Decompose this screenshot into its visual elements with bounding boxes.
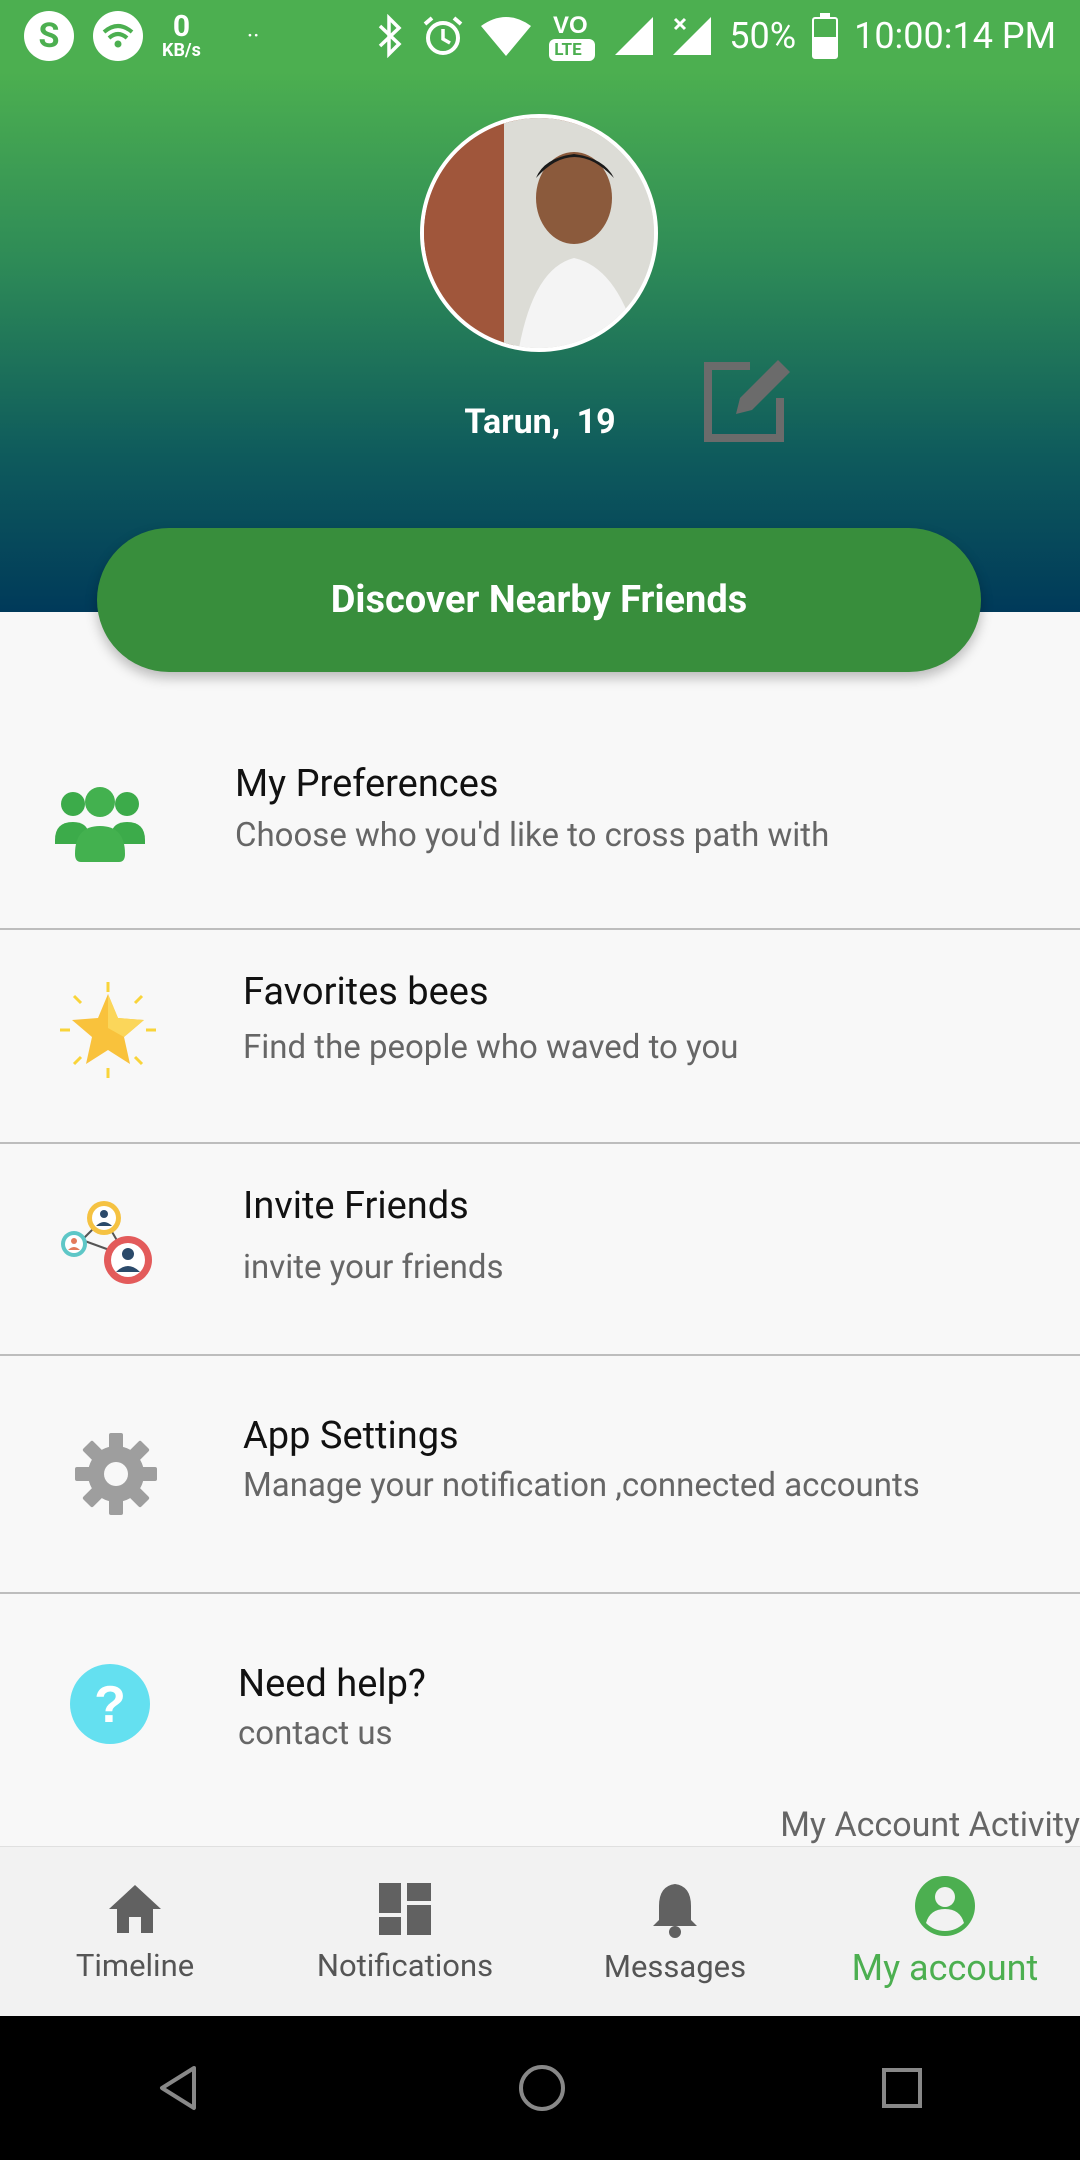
menu-item-invite-friends[interactable]: Invite Friends invite your friends (0, 1144, 1080, 1356)
user-name: Tarun, (464, 402, 561, 442)
menu-list: My Preferences Choose who you'd like to … (0, 692, 1080, 1794)
menu-subtitle: invite your friends (243, 1248, 504, 1287)
nav-my-account[interactable]: My account (810, 1847, 1080, 2017)
nav-notifications[interactable]: Notifications (270, 1847, 540, 2017)
home-icon (109, 1884, 161, 1933)
recents-icon[interactable] (880, 2066, 924, 2110)
user-age: 19 (576, 402, 616, 442)
invite-friends-icon (58, 1198, 158, 1298)
avatar[interactable] (420, 114, 658, 352)
menu-title: My Preferences (235, 762, 499, 806)
battery-icon (812, 13, 839, 59)
gear-icon (66, 1424, 166, 1524)
menu-item-app-settings[interactable]: App Settings Manage your notification ,c… (0, 1356, 1080, 1594)
menu-subtitle: contact us (238, 1714, 393, 1753)
skype-icon: S (24, 11, 74, 61)
nav-label: Messages (603, 1947, 747, 1985)
svg-text:VO: VO (553, 12, 588, 39)
system-navigation-bar (0, 2016, 1080, 2160)
signal-2-icon (671, 15, 713, 57)
menu-subtitle: Find the people who waved to you (243, 1028, 739, 1067)
battery-percent: 50% (729, 15, 797, 57)
menu-title: Need help? (238, 1662, 426, 1706)
nav-timeline[interactable]: Timeline (0, 1847, 270, 2017)
menu-title: Favorites bees (243, 970, 489, 1014)
dashboard-icon (379, 1882, 431, 1935)
user-name-age: Tarun, 19 (0, 402, 1080, 442)
bluetooth-icon (375, 14, 405, 58)
network-speed: 0 KB/s (162, 9, 201, 61)
nav-label: Notifications (316, 1946, 494, 1984)
home-circle-icon[interactable] (517, 2063, 567, 2113)
menu-item-favorites[interactable]: Favorites bees Find the people who waved… (0, 930, 1080, 1144)
volte-icon: VO LTE (547, 9, 597, 63)
edit-profile-icon[interactable] (700, 352, 796, 448)
bell-icon (653, 1883, 697, 1938)
account-icon (915, 1876, 975, 1936)
my-account-activity-link[interactable]: My Account Activity (780, 1805, 1080, 1845)
menu-title: App Settings (243, 1414, 459, 1458)
alarm-icon (421, 14, 465, 58)
menu-subtitle: Manage your notification ,connected acco… (243, 1466, 920, 1505)
menu-item-preferences[interactable]: My Preferences Choose who you'd like to … (0, 692, 1080, 930)
wifi-circle-icon (92, 10, 144, 62)
status-bar: S 0 KB/s ·· VO LTE 50% 10:00:14 PM (0, 0, 1080, 72)
menu-item-help[interactable]: ? Need help? contact us (0, 1594, 1080, 1794)
back-icon[interactable] (156, 2064, 204, 2112)
wifi-icon (481, 16, 532, 56)
menu-title: Invite Friends (243, 1184, 469, 1228)
lte-label: LTE (554, 40, 582, 60)
more-dots: ·· (246, 22, 260, 50)
help-icon: ? (60, 1654, 160, 1754)
signal-icon (613, 15, 655, 57)
bottom-navigation: Timeline Notifications Messages My accou… (0, 1846, 1080, 2017)
svg-text:?: ? (94, 1676, 126, 1734)
nav-messages[interactable]: Messages (540, 1847, 810, 2017)
nav-label: My account (851, 1947, 1039, 1989)
nav-label: Timeline (75, 1946, 195, 1984)
discover-nearby-friends-button[interactable]: Discover Nearby Friends (97, 528, 981, 672)
group-icon (50, 772, 150, 872)
menu-subtitle: Choose who you'd like to cross path with (235, 816, 830, 855)
star-icon (58, 980, 158, 1080)
clock: 10:00:14 PM (854, 15, 1056, 57)
